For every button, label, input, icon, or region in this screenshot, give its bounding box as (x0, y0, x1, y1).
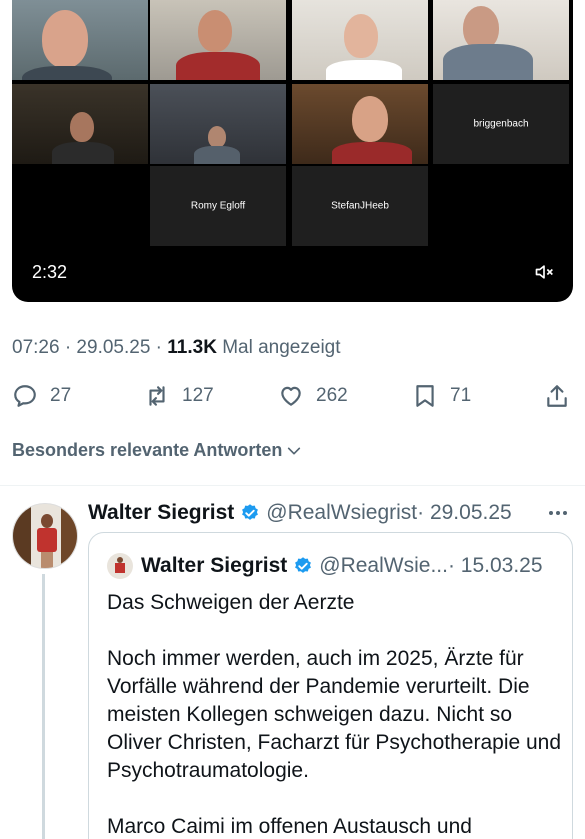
author-handle: @RealWsie... (319, 554, 448, 577)
quote-paragraph: Marco Caimi im offenen Austausch und (107, 815, 472, 838)
avatar[interactable] (12, 503, 78, 569)
participant-tile (150, 84, 286, 164)
author-name: Walter Siegrist (141, 554, 288, 577)
repost-icon (149, 386, 165, 406)
quote-header: Walter Siegrist @RealWsie... · 15.03.25 (107, 553, 543, 579)
participant-name: StefanJHeeb (331, 200, 389, 212)
reply-count: 27 (50, 385, 72, 406)
repost-count: 127 (182, 385, 214, 406)
bookmark-button[interactable]: 71 (412, 378, 471, 414)
like-icon (281, 386, 301, 406)
chevron-down-icon (288, 447, 301, 454)
divider (0, 485, 585, 486)
tweet-date: · 15.03.25 (447, 554, 543, 577)
action-bar: 27 127 262 71 (12, 378, 573, 414)
participant-tile (292, 84, 428, 164)
video-time: 2:32 (32, 262, 68, 282)
participant-tile: Romy Egloff (150, 166, 286, 246)
participant-name: briggenbach (473, 118, 529, 130)
participant-tile: StefanJHeeb (292, 166, 428, 246)
like-button[interactable]: 262 (278, 378, 348, 414)
reply-button[interactable]: 27 (12, 378, 71, 414)
avatar (107, 553, 133, 579)
repost-button[interactable]: 127 (144, 378, 214, 414)
participant-tile (12, 84, 148, 164)
reply-sort-label: Besonders relevante Antworten (12, 440, 283, 460)
video-player[interactable]: briggenbach Romy Egloff StefanJHeeb 2:32 (12, 0, 573, 302)
tweet-meta: 07:26 · 29.05.25 · 11.3K Mal angezeigt (12, 337, 341, 359)
like-count: 262 (316, 385, 348, 406)
participant-tile (12, 0, 148, 80)
tweet-date[interactable]: · 29.05.25 (417, 501, 512, 525)
tweet-timestamp: 07:26 · 29.05.25 · (12, 337, 168, 358)
participant-tile: briggenbach (433, 84, 569, 164)
view-count: 11.3K (167, 337, 217, 358)
verified-badge-icon (242, 504, 259, 520)
quote-text: Das Schweigen der Aerzte Noch immer werd… (107, 589, 562, 839)
bookmark-icon (416, 385, 434, 407)
quoted-tweet[interactable]: Walter Siegrist @RealWsie... · 15.03.25 … (88, 532, 573, 839)
bookmark-count: 71 (450, 385, 472, 406)
speaker-muted-icon[interactable] (534, 262, 554, 282)
quote-paragraph: Noch immer werden, auch im 2025, Ärzte f… (107, 647, 562, 782)
participant-tile (150, 0, 286, 80)
participant-tile (433, 0, 569, 80)
quote-paragraph: Das Schweigen der Aerzte (107, 591, 355, 614)
author-name[interactable]: Walter Siegrist (88, 501, 234, 525)
verified-badge-icon (295, 557, 312, 573)
reply-sort-selector[interactable]: Besonders relevante Antworten (12, 440, 302, 461)
thread-line (42, 574, 45, 839)
reply-icon (14, 385, 36, 407)
share-button[interactable] (544, 378, 582, 414)
author-handle[interactable]: @RealWsiegrist (266, 501, 417, 525)
view-count-label: Mal angezeigt (216, 337, 341, 358)
share-icon (547, 385, 567, 407)
reply-header: Walter Siegrist @RealWsiegrist · 29.05.2… (88, 499, 568, 527)
participant-name: Romy Egloff (190, 200, 246, 212)
participant-tile (292, 0, 428, 80)
more-options-icon[interactable] (546, 503, 570, 523)
